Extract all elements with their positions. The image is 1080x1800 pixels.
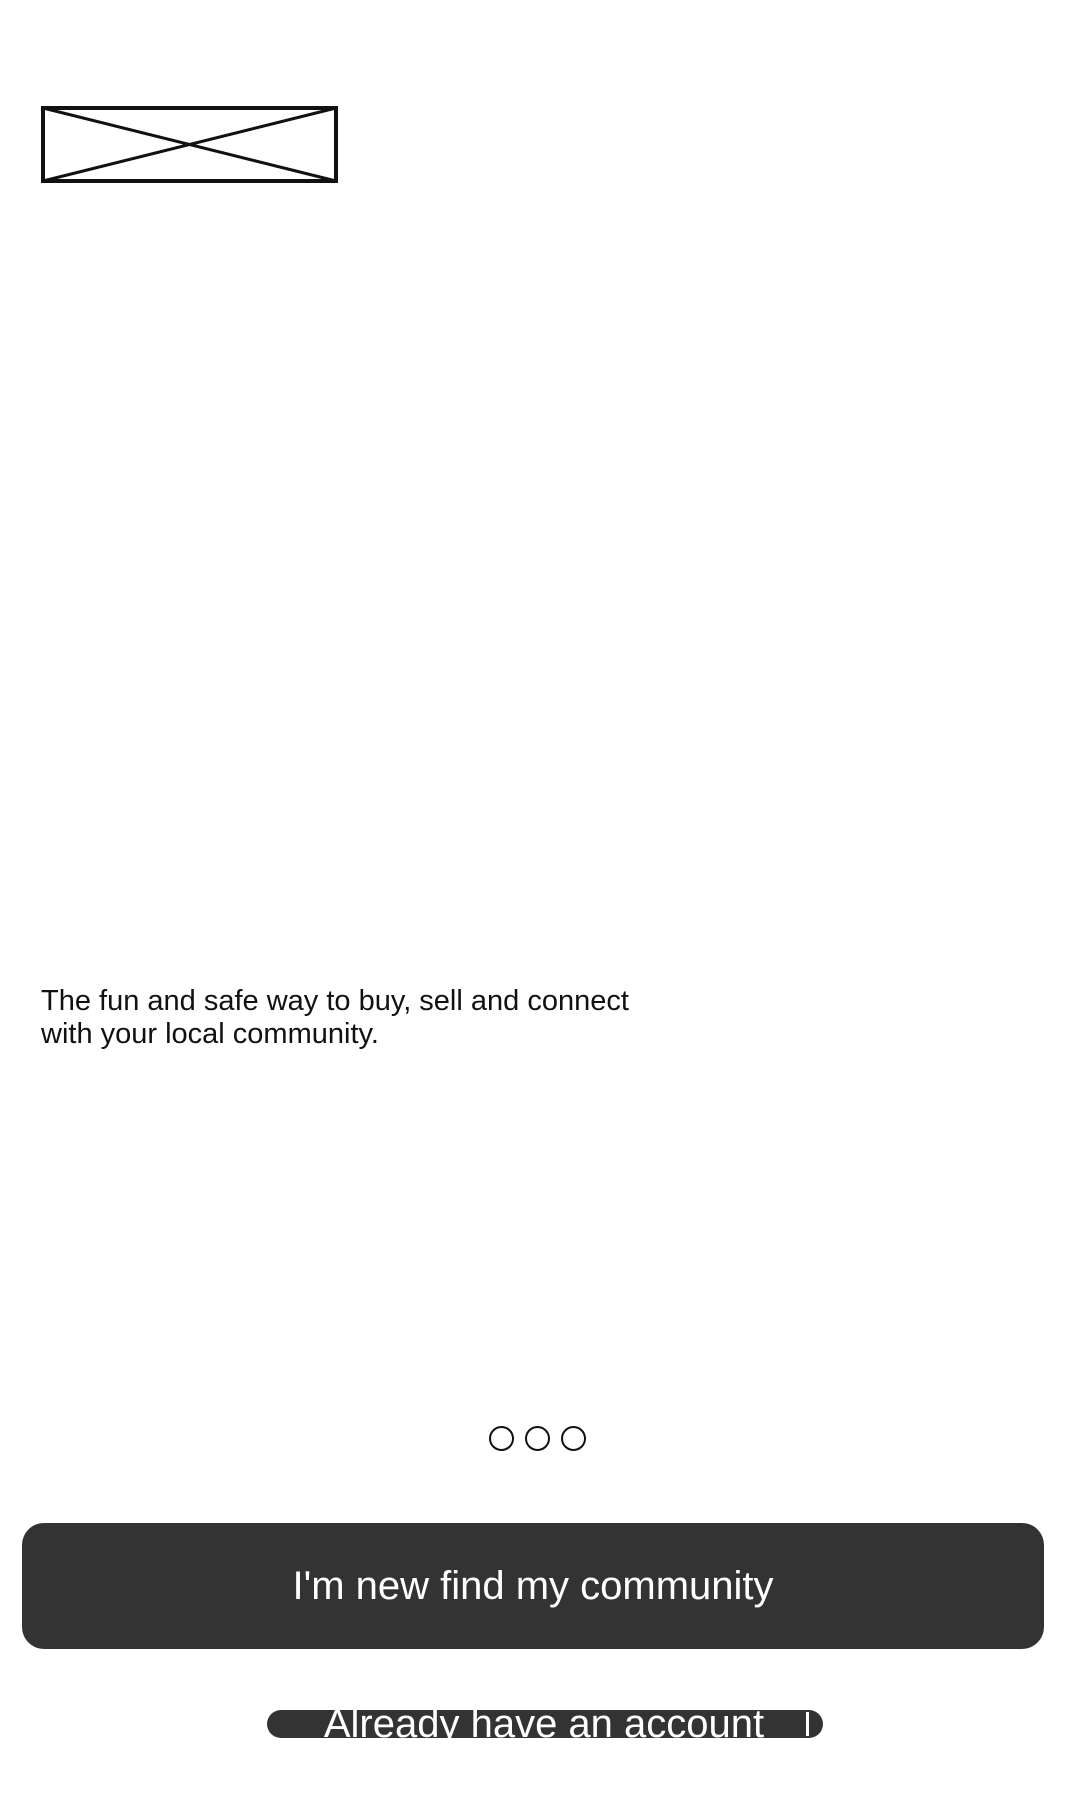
page-indicator-dot[interactable] [489, 1426, 514, 1451]
logo-placeholder-icon [41, 106, 338, 183]
page-indicator-dot[interactable] [561, 1426, 586, 1451]
button-edge-divider [806, 1712, 809, 1736]
already-have-account-button[interactable]: Already have an account [267, 1710, 823, 1738]
onboarding-tagline: The fun and safe way to buy, sell and co… [41, 985, 629, 1050]
page-indicator-dot[interactable] [525, 1426, 550, 1451]
page-indicator [0, 1426, 1080, 1454]
find-community-button[interactable]: I'm new find my community [22, 1523, 1044, 1649]
find-community-button-label: I'm new find my community [292, 1563, 774, 1608]
already-have-account-button-label: Already have an account [323, 1710, 765, 1738]
